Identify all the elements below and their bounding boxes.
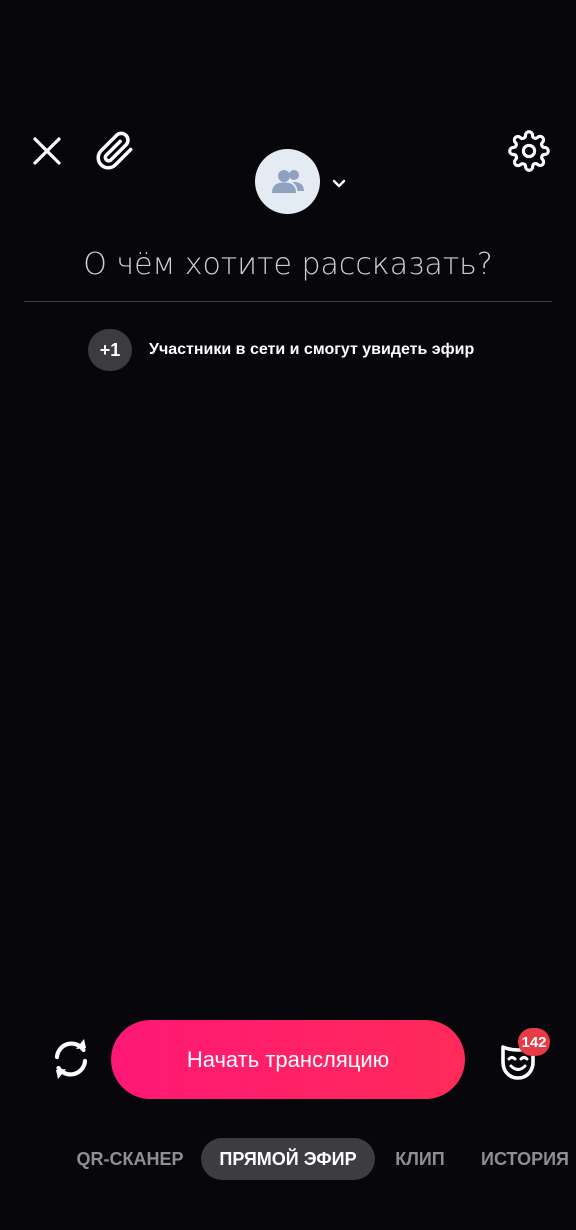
tab-live-stream[interactable]: ПРЯМОЙ ЭФИР: [201, 1138, 375, 1180]
close-button[interactable]: [26, 130, 68, 172]
viewers-text: Участники в сети и смогут увидеть эфир: [149, 341, 475, 358]
tab-story[interactable]: ИСТОРИЯ: [474, 1138, 576, 1180]
camera-flip-icon: [54, 1039, 88, 1079]
close-icon: [33, 137, 61, 165]
live-stream-screen: +1 Участники в сети и смогут увидеть эфи…: [0, 0, 576, 1230]
paperclip-icon: [96, 131, 133, 170]
capture-mode-tabs: QR-СКАНЕР ПРЯМОЙ ЭФИР КЛИП ИСТОРИЯ: [0, 1138, 576, 1180]
audience-selector[interactable]: [255, 148, 355, 214]
stream-title-input[interactable]: [24, 242, 552, 302]
viewers-info: +1 Участники в сети и смогут увидеть эфи…: [88, 329, 474, 371]
avatar: [255, 148, 320, 214]
chevron-down-icon: [332, 179, 346, 187]
tab-clip[interactable]: КЛИП: [386, 1138, 454, 1180]
masks-count-badge: 142: [518, 1028, 550, 1056]
tab-qr-scanner[interactable]: QR-СКАНЕР: [72, 1138, 188, 1180]
gear-icon: [508, 130, 550, 172]
group-avatar-icon: [271, 170, 304, 193]
start-broadcast-button[interactable]: Начать трансляцию: [111, 1020, 465, 1099]
settings-button[interactable]: [506, 128, 552, 174]
flip-camera-button[interactable]: [46, 1034, 96, 1084]
viewer-count-badge: +1: [88, 329, 132, 371]
attach-button[interactable]: [92, 128, 138, 174]
